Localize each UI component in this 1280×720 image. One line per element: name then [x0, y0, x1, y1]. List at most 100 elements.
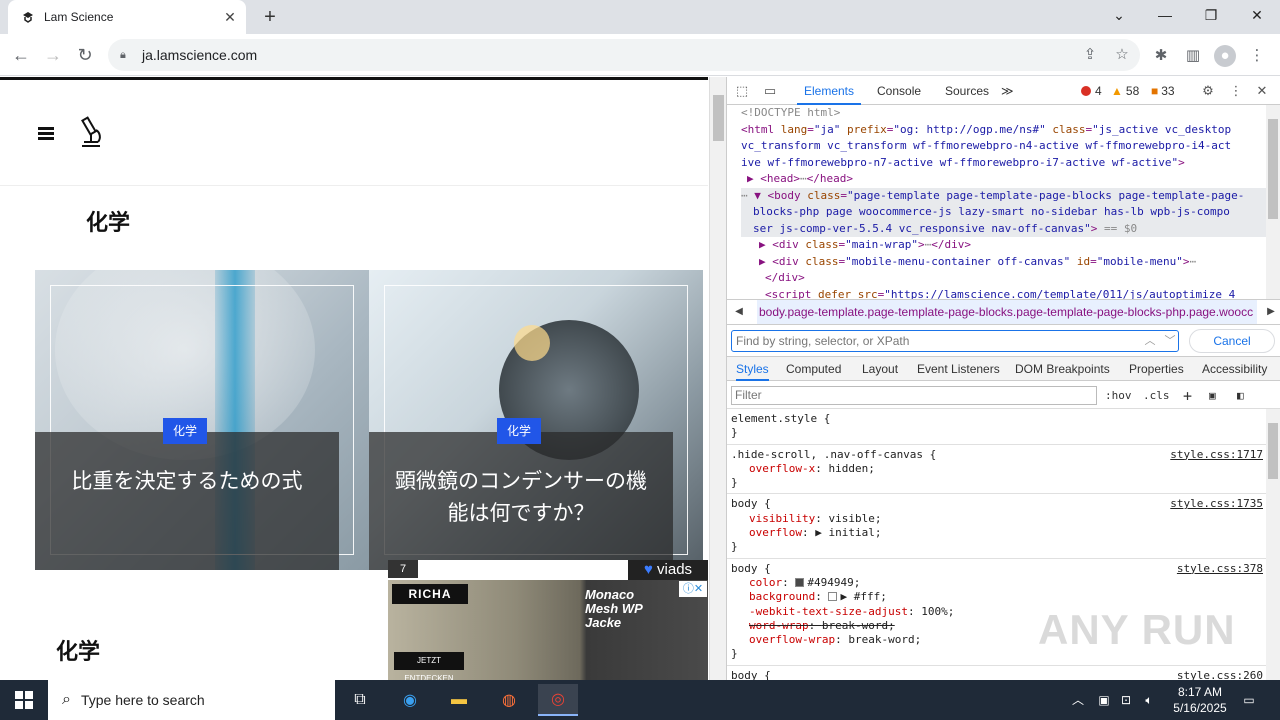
hamburger-menu-icon[interactable] [38, 127, 54, 141]
find-next-icon[interactable]: ﹀ [1161, 330, 1179, 352]
notifications-icon[interactable]: ▭ [1238, 680, 1260, 720]
ad-close-icon[interactable]: ⓘ✕ [679, 581, 707, 597]
dom-node-line[interactable]: ive wf-ffmorewebpro-n7-active wf-ffmorew… [741, 155, 1267, 172]
dom-tree[interactable]: <!DOCTYPE html> <html lang="ja" prefix="o… [727, 105, 1267, 299]
volume-icon[interactable]: 🔈︎ [1139, 680, 1159, 720]
new-tab-button[interactable]: + [258, 5, 282, 29]
profile-avatar-icon[interactable]: ● [1214, 45, 1236, 67]
clock[interactable]: 8:17 AM 5/16/2025 [1160, 684, 1240, 716]
close-window-button[interactable]: ✕ [1234, 0, 1280, 30]
side-panel-icon[interactable]: ▥ [1182, 45, 1204, 67]
css-rule[interactable]: body {style.css:1735 visibility: visible;… [727, 494, 1267, 559]
minimize-button[interactable]: — [1142, 0, 1188, 30]
scrollbar-thumb[interactable] [1268, 423, 1278, 479]
css-selector[interactable]: element.style { [731, 412, 1263, 426]
warning-count[interactable]: ▲ 58 [1111, 84, 1139, 98]
more-tabs-icon[interactable]: ≫ [1001, 77, 1014, 105]
hov-toggle[interactable]: :hov [1105, 387, 1132, 405]
edge-icon[interactable]: ◉ [390, 684, 430, 716]
card-title[interactable]: 顕微鏡のコンデンサーの機能は何ですか？ [389, 466, 653, 530]
dom-scrollbar[interactable] [1266, 105, 1280, 299]
cls-toggle[interactable]: .cls [1143, 387, 1170, 405]
color-swatch[interactable] [795, 577, 805, 587]
tray-app-icon[interactable]: ▣ [1094, 680, 1114, 720]
share-icon[interactable]: ⇪ [1078, 39, 1102, 71]
back-icon[interactable]: ← [8, 43, 34, 67]
bookmark-star-icon[interactable]: ☆ [1110, 39, 1134, 71]
css-property[interactable]: color: #494949; [731, 576, 1263, 590]
tab-sources[interactable]: Sources [945, 77, 989, 105]
settings-gear-icon[interactable]: ⚙ [1199, 82, 1217, 100]
tab-close-icon[interactable]: ✕ [222, 9, 238, 25]
ad-banner[interactable]: 7 ♥ viads RICHA JETZT ENTDECKEN Monaco M… [388, 560, 708, 680]
tab-dom-breakpoints[interactable]: DOM Breakpoints [1015, 357, 1110, 381]
dom-node-line[interactable]: <!DOCTYPE html> [741, 105, 1267, 122]
ad-cta-button[interactable]: JETZT ENTDECKEN [394, 652, 464, 680]
task-view-icon[interactable]: ⧉ [340, 684, 380, 716]
reload-icon[interactable]: ↻ [72, 43, 98, 67]
address-bar[interactable]: 🔒︎ ja.lamscience.com [108, 39, 1140, 71]
find-input[interactable]: Find by string, selector, or XPath [731, 330, 1179, 352]
css-rule[interactable]: body {style.css:260 [727, 666, 1267, 680]
extensions-icon[interactable]: ✱ [1150, 45, 1172, 67]
dom-node-line[interactable]: blocks-php page woocommerce-js lazy-smar… [741, 204, 1267, 221]
file-explorer-icon[interactable]: ▬ [439, 684, 479, 716]
inspect-element-icon[interactable]: ⬚ [733, 82, 751, 100]
breadcrumb-path[interactable]: body.page-template.page-template-page-bl… [757, 300, 1257, 324]
windows-start-icon[interactable] [0, 680, 48, 720]
devtools-close-icon[interactable]: ✕ [1253, 82, 1271, 100]
tab-event-listeners[interactable]: Event Listeners [917, 357, 1000, 381]
chrome-icon[interactable]: ◎ [538, 684, 578, 716]
issues-count[interactable]: ■ 33 [1151, 84, 1175, 98]
dom-node-line[interactable]: </div> [741, 270, 1267, 287]
styles-filter-input[interactable]: Filter [731, 386, 1097, 405]
css-property[interactable]: overflow: ▶ initial; [731, 526, 1263, 540]
article-card[interactable]: 化学 比重を決定するための式 [35, 270, 369, 570]
cancel-button[interactable]: Cancel [1189, 329, 1275, 353]
ad-image[interactable]: RICHA JETZT ENTDECKEN Monaco Mesh WP Jac… [388, 580, 708, 680]
dom-node-line[interactable]: ser js-comp-ver-5.5.4 vc_responsive nav-… [741, 220, 1267, 237]
dom-node-line[interactable]: ⋯ ▼ <body class="page-template page-temp… [741, 187, 1267, 204]
tab-layout[interactable]: Layout [862, 357, 898, 381]
device-toolbar-icon[interactable]: ▭ [761, 82, 779, 100]
tab-computed[interactable]: Computed [786, 357, 841, 381]
page-scrollbar[interactable] [709, 77, 726, 680]
tab-accessibility[interactable]: Accessibility [1202, 357, 1267, 381]
error-count[interactable]: 4 [1081, 84, 1102, 98]
breadcrumb-left-icon[interactable]: ◀ [729, 300, 749, 324]
dom-node-line[interactable]: <script defer src="https://lamscience.co… [741, 287, 1267, 300]
paint-brush-icon[interactable]: ▣ [1209, 387, 1216, 405]
category-badge[interactable]: 化学 [163, 418, 208, 444]
breadcrumb-right-icon[interactable]: ▶ [1261, 300, 1280, 324]
css-source-link[interactable]: style.css:1735 [1170, 497, 1263, 511]
find-prev-icon[interactable]: ︿ [1141, 330, 1159, 352]
dom-node-line[interactable]: <html lang="ja" prefix="og: http://ogp.m… [741, 122, 1267, 139]
color-swatch[interactable] [828, 592, 838, 602]
css-source-link[interactable]: style.css:1717 [1170, 448, 1263, 462]
css-property[interactable]: background: ▶ #fff; [731, 590, 1263, 604]
tab-styles[interactable]: Styles [736, 357, 769, 381]
forward-icon[interactable]: → [40, 43, 66, 67]
tab-console[interactable]: Console [877, 77, 921, 105]
css-rule[interactable]: element.style {} [727, 409, 1267, 445]
lock-icon[interactable]: 🔒︎ [120, 49, 132, 62]
css-rule[interactable]: .hide-scroll, .nav-off-canvas {style.css… [727, 445, 1267, 495]
taskbar-search[interactable]: ⌕ Type here to search [48, 680, 335, 720]
dom-node-line[interactable]: ▶ <div class="main-wrap">⋯</div> [741, 237, 1267, 254]
css-property[interactable]: visibility: visible; [731, 512, 1263, 526]
restore-button[interactable]: ❐ [1188, 0, 1234, 30]
styles-scrollbar[interactable] [1266, 409, 1280, 680]
scrollbar-thumb[interactable] [713, 95, 724, 141]
dom-node-line[interactable]: ▶ <div class="mobile-menu-container off-… [741, 254, 1267, 271]
css-property[interactable]: overflow-x: hidden; [731, 462, 1263, 476]
firefox-icon[interactable]: ◍ [489, 684, 529, 716]
dom-node-line[interactable]: ▶ <head>⋯</head> [741, 171, 1267, 188]
category-badge[interactable]: 化学 [497, 418, 542, 444]
network-icon[interactable]: ⊡ [1116, 680, 1136, 720]
menu-kebab-icon[interactable]: ⋮ [1246, 45, 1268, 67]
new-rule-plus-icon[interactable]: + [1183, 387, 1192, 405]
css-source-link[interactable]: style.css:260 [1177, 669, 1263, 680]
ad-network-label[interactable]: ♥ viads [628, 560, 708, 580]
microscope-logo-icon[interactable] [76, 116, 106, 150]
card-title[interactable]: 比重を決定するための式 [55, 466, 319, 498]
